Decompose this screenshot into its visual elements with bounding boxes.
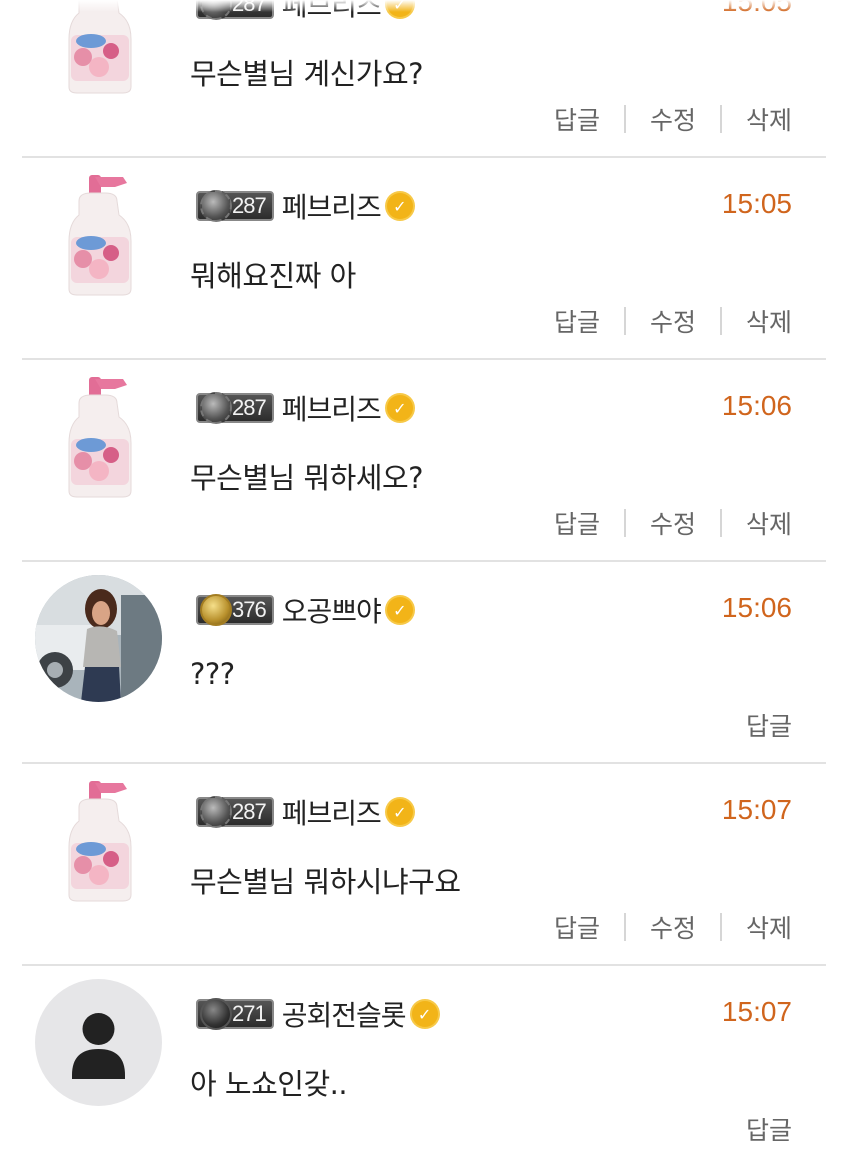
comment-actions: 답글 수정 삭제 [554,506,792,540]
edit-button[interactable]: 수정 [650,909,696,945]
nickname[interactable]: 공회전슬롯 [282,994,407,1034]
action-divider [719,307,722,335]
comment-time: 15:07 [721,794,792,825]
comment-actions: 답글 [746,1112,792,1146]
reply-button[interactable]: 답글 [554,303,600,339]
comment-time: 15:07 [721,996,792,1027]
comment-actions: 답글 [746,708,792,742]
rank-number: 287 [232,799,267,824]
nickname[interactable]: 페브리즈 [282,388,382,428]
comment-text: 뭐해요진짜 아 [190,259,356,293]
rank-number: 271 [232,1001,267,1026]
nickname[interactable]: 오공쁘야 [282,590,382,630]
delete-button[interactable]: 삭제 [746,909,792,945]
rank-number: 376 [232,597,267,622]
rank-number: 287 [232,193,267,218]
comment-item: 271 공회전슬롯 ✓ 15:07 아 노쇼인갖.. 답글 [22,966,826,1155]
author-line: 271 공회전슬롯 ✓ [196,994,438,1034]
user-avatar[interactable] [35,171,162,298]
verified-check-icon: ✓ [386,799,413,825]
action-divider [623,509,626,537]
user-avatar[interactable] [35,777,162,904]
comment-item: 287 페브리즈 ✓ 15:07 무슨별님 뭐하시냐구요 답글 수정 삭제 [22,764,826,966]
action-divider [719,913,722,941]
delete-button[interactable]: 삭제 [746,505,792,541]
comment-text: 무슨별님 뭐하시냐구요 [190,865,461,899]
comment-text: 무슨별님 계신가요? [190,57,424,91]
action-divider [719,105,722,133]
default-user-avatar-icon[interactable] [35,979,162,1106]
delete-button[interactable]: 삭제 [746,101,792,137]
comment-time: 15:05 [721,188,792,219]
author-line: 376 오공쁘야 ✓ [196,590,413,630]
author-line: 287 페브리즈 ✓ [196,388,413,428]
comment-feed: 287 페브리즈 ✓ 15:05 무슨별님 계신가요? 답글수정삭제 287 페… [0,0,850,1155]
rank-gem-icon [200,594,232,626]
comment-item: 287 페브리즈 ✓ 15:05 무슨별님 계신가요? 답글수정삭제 [22,0,826,158]
rank-badge: 376 [196,594,274,626]
comment-text: 무슨별님 뭐하세오? [190,461,424,495]
comment-time: 15:06 [721,592,792,623]
reply-button[interactable]: 답글 [746,707,792,743]
action-divider [623,913,626,941]
rank-gem-icon [200,998,232,1030]
reply-button[interactable]: 답글 [554,909,600,945]
comment-time: 15:06 [721,390,792,421]
comment-text: ??? [190,657,235,691]
action-divider [719,509,722,537]
comment-item: 287 페브리즈 ✓ 15:05 뭐해요진짜 아 답글 수정 삭제 [22,158,826,360]
rank-badge: 271 [196,998,274,1030]
user-avatar[interactable] [35,575,162,702]
rank-number: 287 [232,395,267,420]
nickname[interactable]: 페브리즈 [282,186,382,226]
rank-gem-icon [200,190,232,222]
comment-item: 287 페브리즈 ✓ 15:06 무슨별님 뭐하세오? 답글 수정 삭제 [22,360,826,562]
edit-button[interactable]: 수정 [650,303,696,339]
verified-check-icon: ✓ [411,1001,438,1027]
verified-check-icon: ✓ [386,395,413,421]
verified-check-icon: ✓ [386,597,413,623]
comment-actions: 답글 수정 삭제 [554,102,792,136]
reply-button[interactable]: 답글 [746,1111,792,1147]
comment-actions: 답글 수정 삭제 [554,304,792,338]
comment-actions: 답글 수정 삭제 [554,910,792,944]
action-divider [623,307,626,335]
author-line: 287 페브리즈 ✓ [196,186,413,226]
rank-badge: 287 [196,190,274,222]
nickname[interactable]: 페브리즈 [282,792,382,832]
top-fade [0,0,850,12]
user-avatar[interactable] [35,373,162,500]
comment-item: 376 오공쁘야 ✓ 15:06 ??? 답글 [22,562,826,764]
rank-badge: 287 [196,392,274,424]
comment-text: 아 노쇼인갖.. [190,1067,348,1101]
user-avatar[interactable] [35,0,162,96]
rank-badge: 287 [196,796,274,828]
delete-button[interactable]: 삭제 [746,303,792,339]
reply-button[interactable]: 답글 [554,505,600,541]
edit-button[interactable]: 수정 [650,505,696,541]
action-divider [623,105,626,133]
edit-button[interactable]: 수정 [650,101,696,137]
rank-gem-icon [200,392,232,424]
reply-button[interactable]: 답글 [554,101,600,137]
rank-gem-icon [200,796,232,828]
verified-check-icon: ✓ [386,193,413,219]
author-line: 287 페브리즈 ✓ [196,792,413,832]
